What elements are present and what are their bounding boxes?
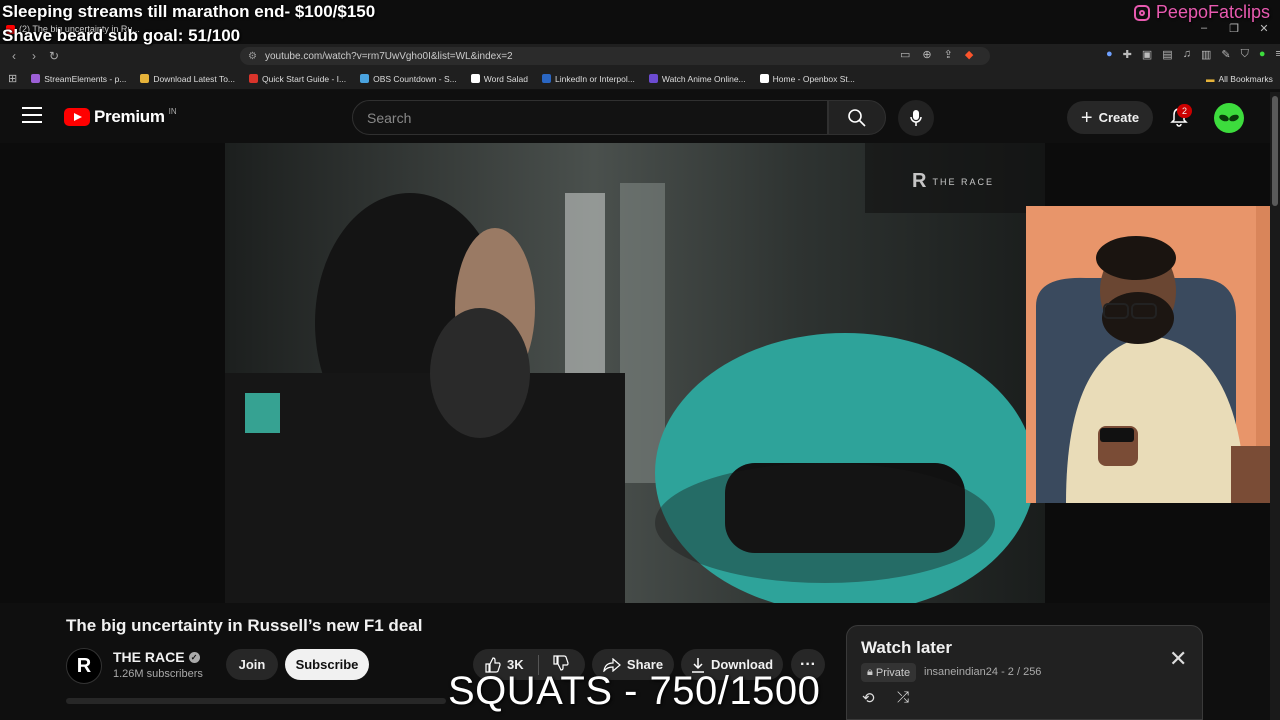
bookmark-favicon-icon	[759, 74, 769, 83]
extension-icon[interactable]: ▣	[1142, 48, 1152, 61]
subscribe-button[interactable]: Subscribe	[285, 649, 369, 680]
loop-playlist-icon[interactable]: ⟲	[862, 689, 875, 707]
instagram-icon	[1133, 4, 1150, 21]
extension-icon[interactable]: ▤	[1162, 48, 1172, 61]
subscriber-count: 1.26M subscribers	[113, 668, 203, 680]
media-icon[interactable]: ♫	[1183, 48, 1191, 61]
bookmark-item[interactable]: StreamElements - p...	[31, 74, 126, 84]
verified-check-icon: ✓	[188, 651, 200, 663]
address-bar[interactable]: ⚙ youtube.com/watch?v=rm7UwVgho0I&list=W…	[240, 47, 990, 65]
brave-shield-icon[interactable]: ◆	[965, 48, 973, 61]
extension-icon[interactable]: ●	[1106, 48, 1113, 61]
scrollbar-thumb[interactable]	[1272, 96, 1278, 206]
webcam-overlay	[1026, 206, 1280, 503]
hamburger-menu-icon[interactable]	[22, 107, 42, 123]
bookmark-item[interactable]: Home - Openbox St...	[759, 74, 855, 84]
bookmark-item[interactable]: LinkedIn or Interpol...	[542, 74, 635, 84]
bookmark-item[interactable]: Watch Anime Online...	[648, 74, 746, 84]
bookmark-item[interactable]: Quick Start Guide - I...	[249, 74, 346, 84]
minimize-icon[interactable]: –	[1190, 22, 1218, 34]
bookmark-favicon-icon	[140, 74, 150, 83]
notification-count-badge: 2	[1177, 104, 1192, 118]
alien-avatar-icon	[1219, 114, 1239, 122]
bookmark-item[interactable]: Download Latest To...	[140, 74, 235, 84]
sidebar-icon[interactable]: ▥	[1201, 48, 1211, 61]
join-button[interactable]: Join	[226, 649, 278, 680]
cast-icon[interactable]: ▭	[900, 48, 910, 61]
youtube-play-icon	[64, 108, 90, 126]
privacy-badge: 🔒︎ Private	[861, 663, 917, 682]
playlist-meta: insaneindian24 - 2 / 256	[924, 666, 1042, 678]
profile-icon[interactable]: ●	[1259, 48, 1266, 61]
bookmark-item[interactable]: OBS Countdown - S...	[360, 74, 457, 84]
channel-avatar[interactable]: R	[66, 648, 102, 684]
bookmark-favicon-icon	[648, 74, 658, 83]
apps-grid-icon[interactable]: ⊞	[8, 72, 17, 85]
url-text: youtube.com/watch?v=rm7UwVgho0I&list=WL&…	[264, 50, 513, 62]
close-playlist-icon[interactable]: ✕	[1169, 648, 1187, 670]
site-info-icon[interactable]: ⚙	[248, 51, 257, 62]
video-title: The big uncertainty in Russell’s new F1 …	[66, 616, 423, 635]
squats-counter-overlay: SQUATS - 750/1500	[448, 669, 821, 713]
shuffle-playlist-icon[interactable]: ⤮	[897, 689, 909, 706]
menu-icon[interactable]: ≡	[1275, 48, 1280, 61]
all-bookmarks-button[interactable]: ▬ All Bookmarks	[1206, 74, 1273, 84]
reload-icon[interactable]: ↻	[44, 49, 64, 63]
lock-icon: 🔒︎	[867, 666, 873, 678]
create-button[interactable]: + Create	[1067, 101, 1153, 134]
vpn-icon[interactable]: ⛉	[1241, 48, 1249, 61]
bookmarks-bar: ⊞ StreamElements - p... Download Latest …	[0, 68, 1280, 90]
forward-icon[interactable]: ›	[24, 49, 44, 63]
plus-icon: +	[1080, 106, 1093, 129]
folder-icon: ▬	[1206, 74, 1215, 84]
playlist-title[interactable]: Watch later	[861, 638, 952, 658]
address-bar-actions: ▭ ⊕ ⇪ ◆	[900, 48, 973, 61]
microphone-icon	[910, 110, 922, 126]
search-icon	[848, 108, 866, 127]
voice-search-button[interactable]	[898, 100, 934, 136]
streamer-webcam-image	[1026, 206, 1280, 503]
channel-watermark: R THE RACE	[912, 170, 994, 192]
puzzle-icon[interactable]: ✚	[1123, 48, 1132, 61]
video-frame-image	[225, 143, 1045, 603]
zoom-icon[interactable]: ⊕	[922, 48, 931, 61]
stream-goal-line-1: Sleeping streams till marathon end- $100…	[2, 2, 376, 21]
bookmark-favicon-icon	[249, 74, 259, 83]
search-input[interactable]: Search	[352, 100, 828, 135]
description-box-edge	[66, 698, 446, 704]
maximize-icon[interactable]: ❐	[1220, 22, 1248, 35]
bookmark-favicon-icon	[542, 74, 551, 83]
video-side-shade-left	[0, 143, 225, 603]
the-race-logo-icon: R	[912, 170, 927, 192]
video-player[interactable]	[225, 143, 1045, 603]
account-avatar[interactable]	[1214, 103, 1244, 133]
close-window-icon[interactable]: ✕	[1250, 22, 1278, 35]
extension-icon[interactable]: ✎	[1221, 48, 1230, 61]
back-icon[interactable]: ‹	[4, 49, 24, 63]
channel-name[interactable]: THE RACE ✓	[113, 649, 200, 665]
bookmark-item[interactable]: Word Salad	[470, 74, 528, 84]
extensions-bar: ● ✚ ▣ ▤ ♫ ▥ ✎ ⛉ ● ≡	[1106, 48, 1280, 61]
share-page-icon[interactable]: ⇪	[944, 48, 953, 61]
stream-goal-line-2: Shave beard sub goal: 51/100	[2, 26, 241, 45]
bookmark-favicon-icon	[360, 74, 370, 83]
bookmark-favicon-icon	[31, 74, 41, 83]
search-button[interactable]	[828, 100, 886, 135]
instagram-handle: PeepoFatclips	[1133, 2, 1270, 23]
youtube-logo[interactable]: Premium IN	[64, 107, 177, 127]
bookmark-favicon-icon	[470, 74, 480, 83]
